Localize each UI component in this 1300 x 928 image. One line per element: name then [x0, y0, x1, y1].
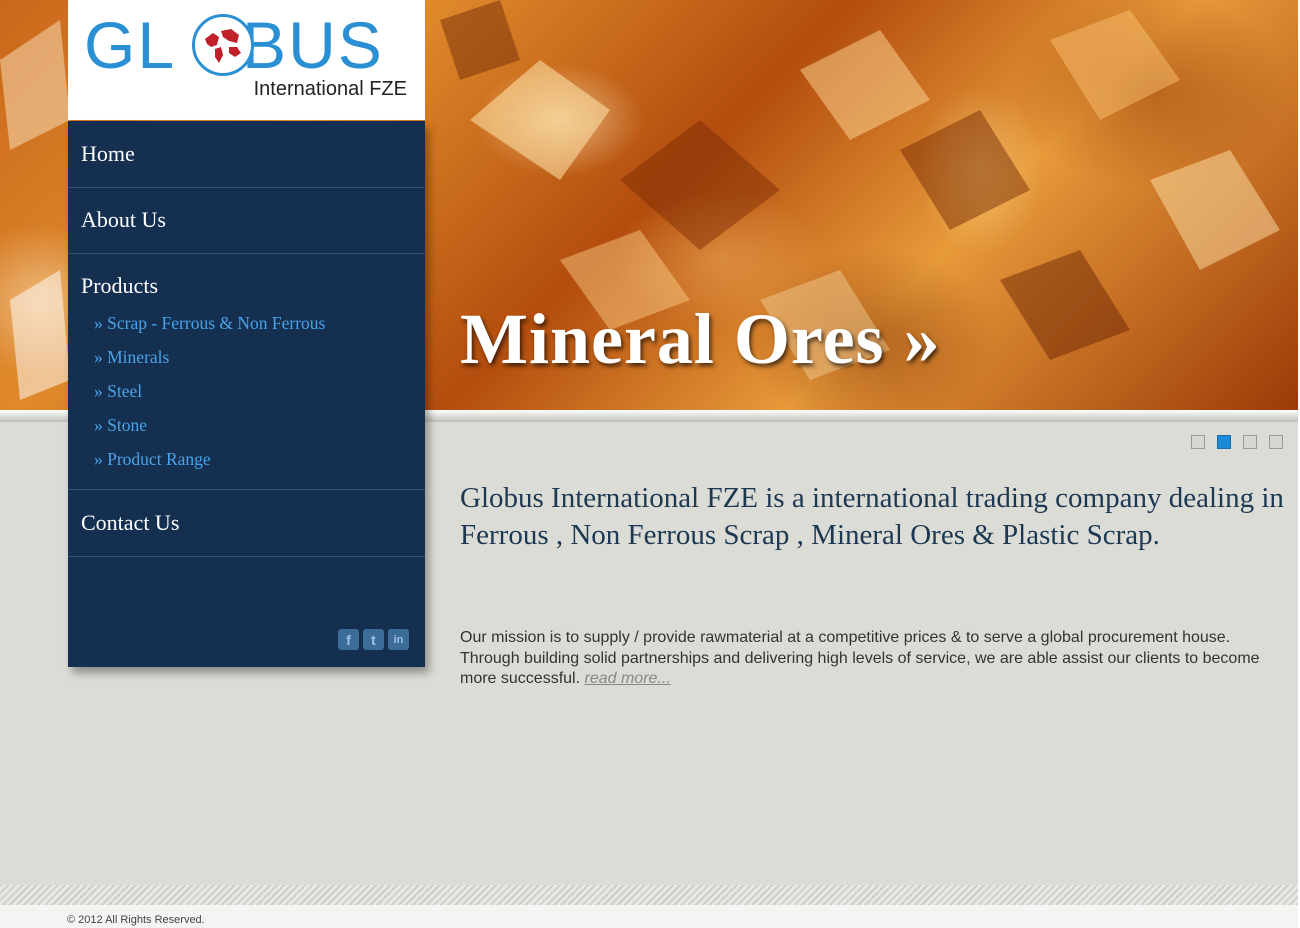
- nav-item-products[interactable]: Products » Scrap - Ferrous & Non Ferrous…: [68, 253, 425, 490]
- slider-dot-1[interactable]: [1191, 435, 1205, 449]
- facebook-icon[interactable]: f: [338, 629, 359, 650]
- globe-icon: [192, 14, 254, 76]
- submenu-minerals[interactable]: » Minerals: [94, 347, 169, 368]
- mission-body: Our mission is to supply / provide rawma…: [460, 629, 1260, 687]
- linkedin-icon[interactable]: in: [388, 629, 409, 650]
- nav-item-contact-us[interactable]: Contact Us: [68, 490, 425, 557]
- submenu-steel[interactable]: » Steel: [94, 381, 142, 402]
- nav-item-about-us[interactable]: About Us: [68, 187, 425, 254]
- site-logo[interactable]: GL BUS International FZE: [68, 0, 425, 120]
- submenu-product-range[interactable]: » Product Range: [94, 449, 211, 470]
- slider-pagination: [1191, 435, 1283, 449]
- intro-headline: Globus International FZE is a internatio…: [460, 482, 1284, 551]
- submenu-scrap[interactable]: » Scrap - Ferrous & Non Ferrous: [94, 313, 325, 334]
- logo-subtitle: International FZE: [253, 78, 407, 100]
- twitter-icon[interactable]: t: [363, 629, 384, 650]
- copyright-text: © 2012 All Rights Reserved.: [67, 914, 205, 926]
- nav-label: Contact Us: [81, 510, 180, 535]
- slider-dot-3[interactable]: [1243, 435, 1257, 449]
- submenu-stone[interactable]: » Stone: [94, 415, 147, 436]
- read-more-link[interactable]: read more...: [585, 670, 671, 687]
- footer: © 2012 All Rights Reserved.: [0, 905, 1298, 928]
- hero-title[interactable]: Mineral Ores »: [460, 298, 941, 381]
- nav-label: About Us: [81, 207, 166, 232]
- social-links: f t in: [338, 629, 409, 650]
- footer-pattern: [0, 885, 1298, 905]
- nav-label: Home: [81, 141, 135, 166]
- nav-label: Products: [81, 273, 158, 298]
- slider-dot-4[interactable]: [1269, 435, 1283, 449]
- sidebar-nav: Home About Us Products » Scrap - Ferrous…: [68, 121, 425, 667]
- slider-dot-2[interactable]: [1217, 435, 1231, 449]
- nav-item-home[interactable]: Home: [68, 121, 425, 188]
- mission-text: Our mission is to supply / provide rawma…: [460, 628, 1290, 690]
